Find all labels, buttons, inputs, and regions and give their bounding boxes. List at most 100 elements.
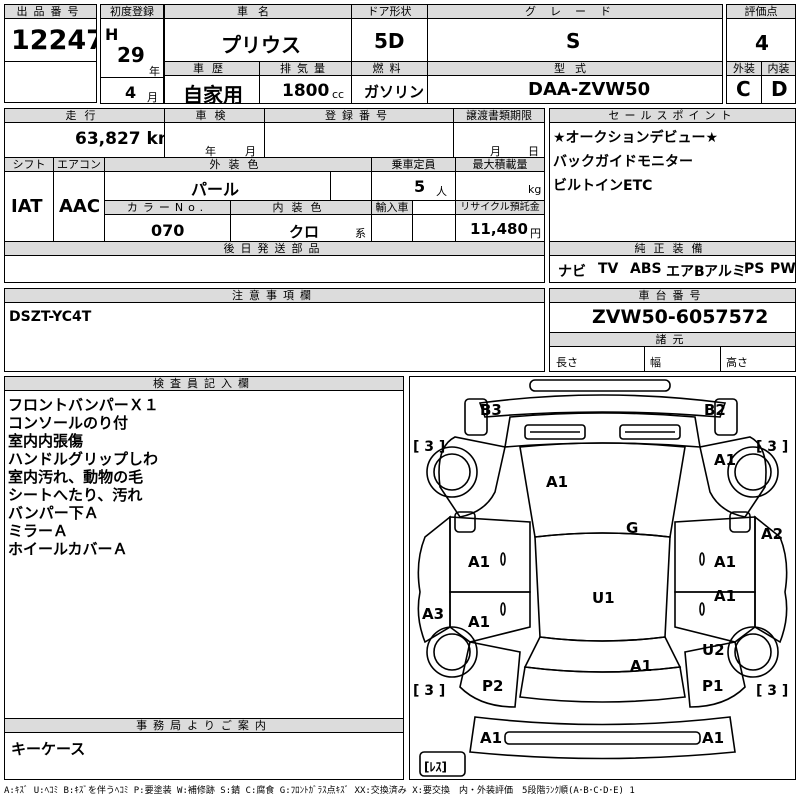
capacity-unit: 人 <box>436 185 447 198</box>
sales-points-box: セールスポイント ★オークションデビュー★ バックガイドモニター ビルトインET… <box>549 108 796 242</box>
damage-a3: A3 <box>422 605 445 623</box>
deadline-box: 譲渡書類期限 月 日 <box>453 108 545 158</box>
first-registration-label: 初度登録 <box>101 5 163 19</box>
color: パール <box>191 180 240 199</box>
interior-color-box: 内装色 クロ 系 <box>230 200 372 242</box>
inspector-box: 検査員記入欄 フロントバンパーＸ１ コンソールのり付 室内内張傷 ハンドルグリッ… <box>4 376 404 719</box>
first-registration-box: 初度登録 H 29 年 4 月 <box>100 4 164 104</box>
equipment-box: 純正装備 ナビ TV ABS エアB アルミ PS PW <box>549 241 796 283</box>
notes-box: 注意事項欄 DSZT-YC4T <box>4 288 545 372</box>
shift-box: シフト IAT <box>4 157 54 242</box>
door-box: ドア形状 5D <box>351 4 428 62</box>
damage-a1-rr-door: A1 <box>714 587 737 605</box>
deadline-label: 譲渡書類期限 <box>454 109 544 123</box>
interior-grade: D <box>771 77 788 101</box>
inspector-label: 検査員記入欄 <box>5 377 403 391</box>
interior-label: 内装 <box>762 62 795 76</box>
damage-p1: P1 <box>702 677 724 695</box>
car-outline <box>417 379 788 777</box>
car-history-box: 車歴 自家用 <box>164 61 260 104</box>
sales-point-item: ビルトインETC <box>553 178 653 194</box>
inspection-box: 車検 年 月 <box>164 108 265 158</box>
car-diagram: B3 B2 [ 3 ] [ 3 ] A1 A1 G A2 A1 A1 U1 A1… <box>409 376 796 780</box>
score-box: 評価点 4 <box>726 4 796 62</box>
lot-number: 12247 <box>11 25 97 56</box>
displacement: 1800 <box>282 81 330 101</box>
equipment-ps: PS <box>744 261 765 277</box>
lot-blank-box <box>4 61 97 103</box>
damage-b3: B3 <box>480 401 502 419</box>
aircon-label: エアコン <box>54 158 104 172</box>
damage-a2: A2 <box>761 525 784 543</box>
car-name-box: 車名 プリウス <box>164 4 352 62</box>
legend-text: A:ｷｽﾞ U:ﾍｺﾐ B:ｷｽﾞを伴うﾍｺﾐ P:要塗装 W:補修跡 S:錆 … <box>4 786 635 796</box>
mileage-label: 走行 <box>5 109 164 123</box>
lot-number-label: 出品番号 <box>5 5 96 19</box>
equipment-tv: TV <box>598 261 619 277</box>
car-name-label: 車名 <box>165 5 351 19</box>
color-no: 070 <box>151 221 185 240</box>
score-label: 評価点 <box>727 5 795 19</box>
era-mark: H <box>105 25 119 44</box>
model-box: 型式 DAA-ZVW50 <box>427 61 723 104</box>
score: 4 <box>755 31 769 55</box>
sales-points-label: セールスポイント <box>550 109 795 123</box>
spec-box: 諸元 長さ 幅 高さ <box>549 332 796 372</box>
import-label: 輸入車 <box>372 201 412 215</box>
recycle-label: リサイクル預託金 <box>456 201 544 215</box>
damage-a1-rbumper-right: A1 <box>702 729 725 747</box>
office-text: キーケース <box>11 740 86 758</box>
damage-a1-rl-door: A1 <box>468 613 491 631</box>
spec-label: 諸元 <box>550 333 795 347</box>
mileage-box: 走行 63,827 km <box>4 108 165 158</box>
model-code: DAA-ZVW50 <box>528 79 651 100</box>
recycle-unit: 円 <box>530 227 541 240</box>
notes-label: 注意事項欄 <box>5 289 544 303</box>
damage-a1-rbumper-left: A1 <box>480 729 503 747</box>
office-label: 事務局よりご案内 <box>5 719 403 733</box>
recycle-box: リサイクル預託金 11,480 円 <box>455 200 545 242</box>
chassis-label: 車台番号 <box>550 289 795 303</box>
capacity-label: 乗車定員 <box>372 158 455 172</box>
later-parts-box: 後日発送部品 <box>4 241 545 283</box>
office-box: 事務局よりご案内 キーケース <box>4 718 404 780</box>
lot-number-box: 出品番号 12247 <box>4 4 97 62</box>
equipment-alloy: アルミ <box>704 264 746 280</box>
equipment-pw: PW <box>770 261 796 277</box>
model-label: 型式 <box>428 62 722 76</box>
import-blank-box <box>412 214 456 242</box>
month-unit: 月 <box>147 91 158 104</box>
car-history: 自家用 <box>183 83 243 104</box>
fuel-box: 燃料 ガソリン <box>351 61 428 104</box>
color-no-box: カラーNo. 070 <box>104 200 231 242</box>
equipment-airbag: エアB <box>666 264 705 280</box>
interior-color-unit: 系 <box>355 227 366 240</box>
damage-a1-fl-door: A1 <box>468 553 491 571</box>
displacement-label: 排気量 <box>260 62 351 76</box>
load-box: 最大積載量 kg <box>455 157 545 201</box>
equipment-label: 純正装備 <box>550 242 795 256</box>
damage-g: G <box>626 519 639 537</box>
car-name: プリウス <box>221 33 301 57</box>
door-type: 5D <box>374 29 405 53</box>
registration-month: 4 <box>125 83 137 102</box>
fuel-label: 燃料 <box>352 62 427 76</box>
height-label: 高さ <box>726 356 748 369</box>
color-label: 外装色 <box>105 158 371 172</box>
interior-grade-box: 内装 D <box>761 61 796 104</box>
damage-a1-trunk: A1 <box>630 657 653 675</box>
exterior-grade-box: 外装 C <box>726 61 762 104</box>
registration-year: 29 <box>117 43 145 67</box>
color-box: 外装色 パール <box>104 157 372 201</box>
inspection-month-unit: 月 <box>245 145 256 158</box>
displacement-unit: cc <box>332 88 345 101</box>
spare-tire-label: [ﾚｽ] <box>424 760 447 774</box>
sales-point-item: バックガイドモニター <box>553 154 693 170</box>
load-label: 最大積載量 <box>456 158 544 172</box>
inspector-line: ホイールカバーＡ <box>8 540 128 558</box>
chassis-box: 車台番号 ZVW50-6057572 <box>549 288 796 333</box>
damage-p2: P2 <box>482 677 504 695</box>
door-label: ドア形状 <box>352 5 427 19</box>
inspection-label: 車検 <box>165 109 264 123</box>
shift-label: シフト <box>5 158 53 172</box>
